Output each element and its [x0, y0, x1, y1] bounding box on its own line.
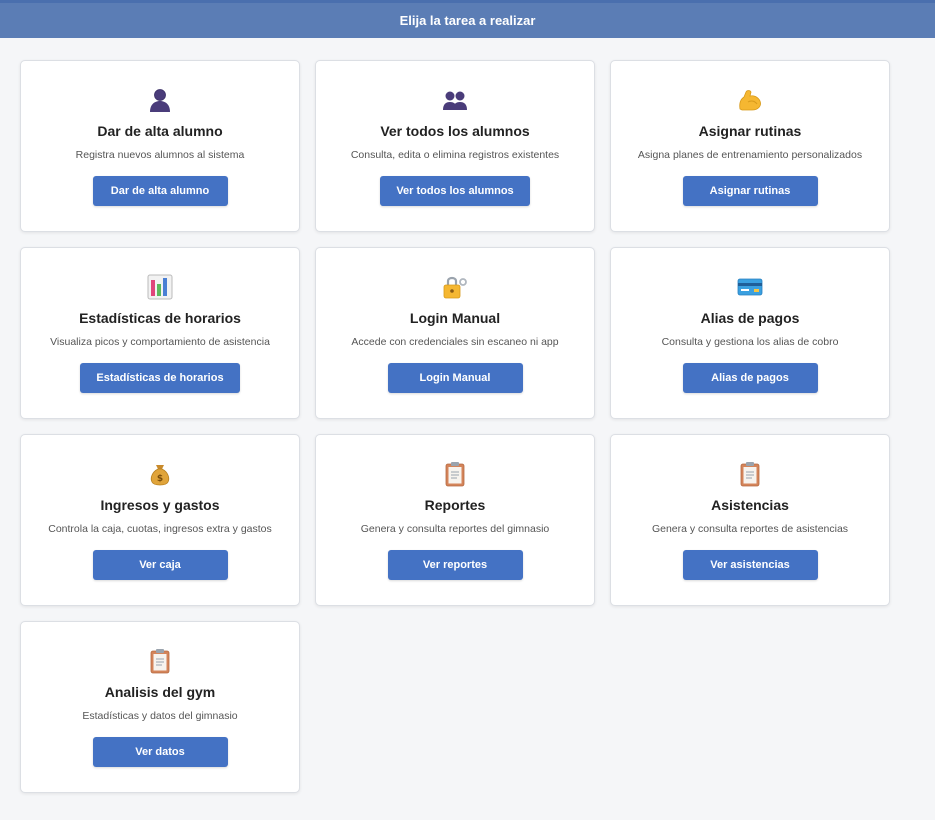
- clipboard-icon: [736, 460, 764, 488]
- card-title: Login Manual: [409, 310, 501, 326]
- card-title: Ingresos y gastos: [100, 497, 220, 513]
- card-description: Registra nuevos alumnos al sistema: [75, 149, 245, 161]
- card-analisis-gym: Analisis del gym Estadísticas y datos de…: [20, 621, 300, 793]
- card-asistencias: Asistencias Genera y consulta reportes d…: [610, 434, 890, 606]
- card-title: Reportes: [424, 497, 486, 513]
- clipboard-icon: [441, 460, 469, 488]
- bar-chart-icon: [146, 273, 174, 301]
- asignar-rutinas-button[interactable]: Asignar rutinas: [682, 176, 818, 206]
- card-title: Alias de pagos: [700, 310, 800, 326]
- card-title: Dar de alta alumno: [97, 123, 223, 139]
- ver-reportes-button[interactable]: Ver reportes: [387, 550, 523, 580]
- card-title: Ver todos los alumnos: [380, 123, 530, 139]
- card-login-manual: Login Manual Accede con credenciales sin…: [315, 247, 595, 419]
- page-title: Elija la tarea a realizar: [399, 13, 536, 28]
- card-alta-alumno: Dar de alta alumno Registra nuevos alumn…: [20, 60, 300, 232]
- people-silhouette-icon: [441, 86, 469, 114]
- card-description: Genera y consulta reportes de asistencia…: [651, 523, 849, 535]
- card-ingresos-gastos: $ Ingresos y gastos Controla la caja, cu…: [20, 434, 300, 606]
- card-estadisticas-horarios: Estadísticas de horarios Visualiza picos…: [20, 247, 300, 419]
- lock-with-key-icon: [441, 273, 469, 301]
- card-title: Asistencias: [711, 497, 789, 513]
- dar-de-alta-alumno-button[interactable]: Dar de alta alumno: [92, 176, 228, 206]
- login-manual-button[interactable]: Login Manual: [387, 363, 523, 393]
- card-alias-pagos: Alias de pagos Consulta y gestiona los a…: [610, 247, 890, 419]
- card-ver-alumnos: Ver todos los alumnos Consulta, edita o …: [315, 60, 595, 232]
- estadisticas-de-horarios-button[interactable]: Estadísticas de horarios: [80, 363, 240, 393]
- card-title: Analisis del gym: [104, 684, 216, 700]
- card-reportes: Reportes Genera y consulta reportes del …: [315, 434, 595, 606]
- person-silhouette-icon: [146, 86, 174, 114]
- card-asignar-rutinas: Asignar rutinas Asigna planes de entrena…: [610, 60, 890, 232]
- ver-datos-button[interactable]: Ver datos: [92, 737, 228, 767]
- card-description: Accede con credenciales sin escaneo ni a…: [351, 336, 559, 348]
- ver-caja-button[interactable]: Ver caja: [92, 550, 228, 580]
- ver-asistencias-button[interactable]: Ver asistencias: [682, 550, 818, 580]
- alias-de-pagos-button[interactable]: Alias de pagos: [682, 363, 818, 393]
- flexed-biceps-icon: [736, 86, 764, 114]
- card-description: Consulta, edita o elimina registros exis…: [350, 149, 560, 161]
- card-description: Consulta y gestiona los alias de cobro: [661, 336, 839, 348]
- svg-text:$: $: [157, 474, 163, 484]
- card-description: Asigna planes de entrenamiento personali…: [637, 149, 863, 161]
- card-description: Controla la caja, cuotas, ingresos extra…: [48, 523, 272, 535]
- card-title: Estadísticas de horarios: [79, 310, 241, 326]
- task-grid: Dar de alta alumno Registra nuevos alumn…: [20, 60, 890, 793]
- card-title: Asignar rutinas: [698, 123, 802, 139]
- header-bar: Elija la tarea a realizar: [0, 0, 935, 38]
- card-description: Estadísticas y datos del gimnasio: [82, 710, 238, 722]
- clipboard-icon: [146, 647, 174, 675]
- money-bag-icon: $: [146, 460, 174, 488]
- ver-todos-los-alumnos-button[interactable]: Ver todos los alumnos: [380, 176, 530, 206]
- card-description: Genera y consulta reportes del gimnasio: [360, 523, 550, 535]
- card-description: Visualiza picos y comportamiento de asis…: [50, 336, 270, 348]
- credit-card-icon: [736, 273, 764, 301]
